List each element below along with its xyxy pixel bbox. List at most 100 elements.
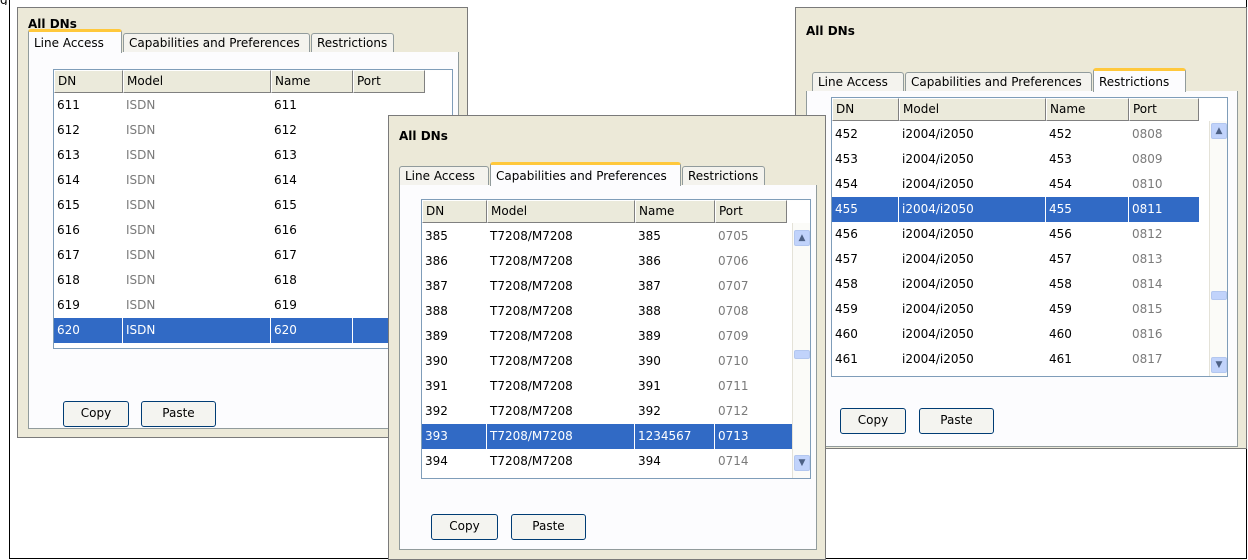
table-row[interactable]: 614 ISDN 614 [54, 168, 425, 193]
column-header-dn[interactable]: DN [54, 70, 123, 93]
table-row[interactable]: 391 T7208/M7208 391 0711 [422, 374, 792, 399]
cell-dn: 456 [835, 227, 858, 241]
cell-name: 457 [1049, 252, 1072, 266]
cell-dn: 388 [425, 304, 448, 318]
cell-name: 614 [274, 173, 297, 187]
cell-name: 615 [274, 198, 297, 212]
all-dns-panel-restrictions: All DNs Line Access Capabilities and Pre… [795, 7, 1247, 449]
panel-title: All DNs [806, 24, 855, 38]
cell-dn: 391 [425, 379, 448, 393]
cell-dn: 390 [425, 354, 448, 368]
tab-line-access[interactable]: Line Access [399, 166, 489, 186]
table-row[interactable]: 458 i2004/i2050 458 0814 [832, 272, 1199, 297]
table-row[interactable]: 459 i2004/i2050 459 0815 [832, 297, 1199, 322]
paste-button[interactable]: Paste [141, 401, 216, 427]
cell-dn: 614 [57, 173, 80, 187]
column-header-name[interactable]: Name [635, 200, 715, 223]
table-row[interactable]: 455 i2004/i2050 455 0811 [832, 197, 1199, 222]
table-row[interactable]: 393 T7208/M7208 1234567 0713 [422, 424, 792, 449]
table-row[interactable]: 619 ISDN 619 [54, 293, 425, 318]
table-row[interactable]: 387 T7208/M7208 387 0707 [422, 274, 792, 299]
table-row[interactable]: 389 T7208/M7208 389 0709 [422, 324, 792, 349]
chevron-down-icon[interactable]: ▼ [1211, 357, 1227, 373]
column-header-model[interactable]: Model [899, 98, 1046, 121]
column-header-name[interactable]: Name [1046, 98, 1129, 121]
tab-capabilities-and-preferences[interactable]: Capabilities and Preferences [490, 162, 681, 186]
table-row[interactable]: 620 ISDN 620 [54, 318, 425, 343]
tab-capabilities-and-preferences[interactable]: Capabilities and Preferences [905, 72, 1092, 92]
table-row[interactable]: 388 T7208/M7208 388 0708 [422, 299, 792, 324]
column-header-port[interactable]: Port [1129, 98, 1199, 121]
cell-dn: 461 [835, 352, 858, 366]
table-row[interactable]: 454 i2004/i2050 454 0810 [832, 172, 1199, 197]
paste-button[interactable]: Paste [511, 514, 586, 540]
cell-name: 454 [1049, 177, 1072, 191]
cell-port: 0711 [718, 379, 749, 393]
table-row[interactable]: 616 ISDN 616 [54, 218, 425, 243]
tab-capabilities-and-preferences[interactable]: Capabilities and Preferences [123, 33, 310, 53]
cell-dn: 458 [835, 277, 858, 291]
column-header-name[interactable]: Name [271, 70, 353, 93]
column-header-dn[interactable]: DN [422, 200, 487, 223]
tab-restrictions[interactable]: Restrictions [311, 33, 394, 53]
table-row[interactable]: 390 T7208/M7208 390 0710 [422, 349, 792, 374]
table-row[interactable]: 461 i2004/i2050 461 0817 [832, 347, 1199, 372]
copy-button[interactable]: Copy [840, 408, 906, 434]
copy-button[interactable]: Copy [63, 401, 129, 427]
table-row[interactable]: 456 i2004/i2050 456 0812 [832, 222, 1199, 247]
chevron-down-icon[interactable]: ▼ [794, 455, 810, 471]
column-header-model[interactable]: Model [123, 70, 271, 93]
column-header-port[interactable]: Port [715, 200, 787, 223]
vertical-scrollbar[interactable]: ▲ ▼ [1209, 121, 1227, 376]
tab-line-access[interactable]: Line Access [812, 72, 904, 92]
column-header-model[interactable]: Model [487, 200, 635, 223]
table-row[interactable]: 618 ISDN 618 [54, 268, 425, 293]
cell-model: T7208/M7208 [490, 279, 573, 293]
cell-dn: 460 [835, 327, 858, 341]
tab-restrictions[interactable]: Restrictions [1093, 68, 1186, 92]
column-header-dn[interactable]: DN [832, 98, 899, 121]
tab-restrictions[interactable]: Restrictions [682, 166, 765, 186]
cell-port: 0713 [718, 429, 749, 443]
table-row[interactable]: 385 T7208/M7208 385 0705 [422, 224, 792, 249]
scroll-thumb[interactable] [794, 350, 810, 359]
table-row[interactable]: 613 ISDN 613 [54, 143, 425, 168]
cell-name: 612 [274, 123, 297, 137]
chevron-up-icon[interactable]: ▲ [1211, 123, 1227, 139]
table-row[interactable]: 453 i2004/i2050 453 0809 [832, 147, 1199, 172]
table-row[interactable]: 457 i2004/i2050 457 0813 [832, 247, 1199, 272]
table-row[interactable]: 611 ISDN 611 [54, 93, 425, 118]
cell-model: T7208/M7208 [490, 229, 573, 243]
copy-button[interactable]: Copy [431, 514, 498, 540]
table-row[interactable]: 392 T7208/M7208 392 0712 [422, 399, 792, 424]
chevron-up-icon[interactable]: ▲ [794, 230, 810, 246]
cell-model: i2004/i2050 [902, 127, 974, 141]
table-row[interactable]: 394 T7208/M7208 394 0714 [422, 449, 792, 474]
table-row[interactable]: 386 T7208/M7208 386 0706 [422, 249, 792, 274]
table-row[interactable]: 452 i2004/i2050 452 0808 [832, 122, 1199, 147]
cell-name: 390 [638, 354, 661, 368]
cell-name: 388 [638, 304, 661, 318]
cell-dn: 616 [57, 223, 80, 237]
scroll-thumb[interactable] [1211, 291, 1227, 300]
tab-strip: Line Access Capabilities and Preferences… [399, 161, 815, 186]
tab-line-access[interactable]: Line Access [28, 29, 122, 53]
column-header-port[interactable]: Port [353, 70, 425, 93]
cell-port: 0705 [718, 229, 749, 243]
table-row[interactable]: 460 i2004/i2050 460 0816 [832, 322, 1199, 347]
table-row[interactable]: 612 ISDN 612 [54, 118, 425, 143]
vertical-scrollbar[interactable]: ▲ ▼ [792, 223, 810, 478]
paste-button[interactable]: Paste [919, 408, 994, 434]
table-row[interactable]: 615 ISDN 615 [54, 193, 425, 218]
cell-name: 617 [274, 248, 297, 262]
cell-model: i2004/i2050 [902, 152, 974, 166]
cell-model: i2004/i2050 [902, 302, 974, 316]
cell-port: 0813 [1132, 252, 1163, 266]
cell-model: T7208/M7208 [490, 379, 573, 393]
partial-text-fragment: g [0, 0, 8, 5]
cell-model: ISDN [126, 123, 156, 137]
table-row[interactable]: 617 ISDN 617 [54, 243, 425, 268]
cell-dn: 454 [835, 177, 858, 191]
tab-content: DN Model Name Port 452 i2004/i2050 452 0808… [806, 91, 1238, 447]
cell-dn: 387 [425, 279, 448, 293]
